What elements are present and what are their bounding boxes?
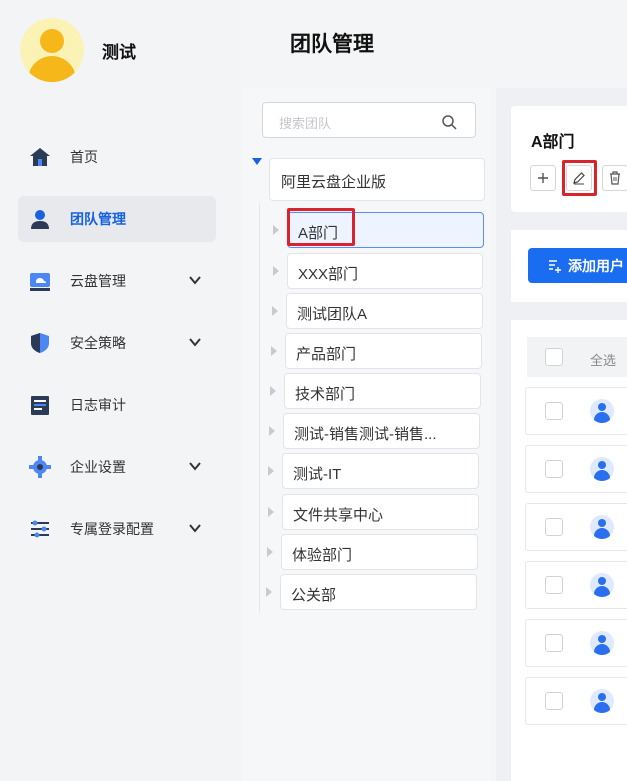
- tree-node[interactable]: A部门: [273, 212, 485, 248]
- search-input[interactable]: 搜索团队: [262, 102, 476, 138]
- row-checkbox[interactable]: [545, 576, 563, 594]
- tree-node[interactable]: 公关部: [266, 574, 478, 610]
- tree-node-label[interactable]: 测试团队A: [286, 293, 483, 329]
- tree-node[interactable]: 产品部门: [271, 333, 483, 369]
- gear-icon: [28, 455, 52, 479]
- row-checkbox[interactable]: [545, 402, 563, 420]
- add-user-button[interactable]: 添加用户: [528, 248, 627, 283]
- row-checkbox[interactable]: [545, 692, 563, 710]
- avatar: [20, 18, 84, 82]
- tree-node[interactable]: 文件共享中心: [268, 494, 480, 530]
- tree-node-label[interactable]: XXX部门: [287, 253, 483, 289]
- sidebar-item-team[interactable]: 团队管理: [18, 196, 216, 242]
- sidebar-nav: 首页 团队管理 云盘管理 安全策略 日志审计 企业设置 专属登录配置: [18, 134, 216, 568]
- add-subdepartment-button[interactable]: [530, 165, 556, 191]
- row-checkbox[interactable]: [545, 518, 563, 536]
- select-all-checkbox[interactable]: [545, 348, 563, 366]
- user-avatar-icon: [590, 689, 614, 713]
- tree-node-label[interactable]: 技术部门: [284, 373, 481, 409]
- caret-right-icon[interactable]: [269, 426, 275, 436]
- sidebar-item-label: 专属登录配置: [70, 521, 154, 537]
- caret-right-icon[interactable]: [270, 386, 276, 396]
- tree-node-label[interactable]: 体验部门: [281, 534, 478, 570]
- tree-node-label[interactable]: A部门: [287, 212, 484, 248]
- sidebar-item-label: 日志审计: [70, 397, 126, 413]
- caret-right-icon[interactable]: [272, 306, 278, 316]
- sidebar-item-enterprise-settings[interactable]: 企业设置: [18, 444, 216, 490]
- sidebar-item-label: 企业设置: [70, 459, 126, 475]
- search-placeholder: 搜索团队: [279, 116, 332, 131]
- detail-header-card: [511, 106, 627, 212]
- user-avatar-icon: [590, 515, 614, 539]
- sliders-icon: [28, 517, 52, 541]
- sidebar: 测试 首页 团队管理 云盘管理 安全策略 日志审计 企业设置 专属登录配置: [0, 0, 240, 781]
- caret-right-icon[interactable]: [268, 466, 274, 476]
- select-all-label: 全选: [590, 353, 617, 368]
- chevron-down-icon[interactable]: [188, 335, 202, 349]
- caret-right-icon[interactable]: [273, 225, 279, 235]
- caret-right-icon[interactable]: [271, 346, 277, 356]
- sidebar-item-login-config[interactable]: 专属登录配置: [18, 506, 216, 552]
- sidebar-item-security[interactable]: 安全策略: [18, 320, 216, 366]
- tree-node-label[interactable]: 测试-IT: [282, 453, 479, 489]
- sidebar-item-label: 云盘管理: [70, 273, 126, 289]
- tree-root-node[interactable]: 阿里云盘企业版: [269, 158, 485, 201]
- log-icon: [28, 393, 52, 417]
- department-title: A部门: [531, 134, 575, 151]
- user-icon: [28, 207, 52, 231]
- row-checkbox[interactable]: [545, 460, 563, 478]
- caret-down-icon[interactable]: [252, 158, 262, 165]
- pencil-icon: [573, 172, 585, 185]
- sidebar-item-cloud-drive[interactable]: 云盘管理: [18, 258, 216, 304]
- user-avatar-icon: [590, 573, 614, 597]
- tree-guide-line: [259, 203, 260, 613]
- shield-icon: [28, 331, 52, 355]
- tree-node[interactable]: 测试-IT: [268, 453, 480, 489]
- tree-node-label[interactable]: 测试-销售测试-销售...: [283, 413, 480, 449]
- tree-node[interactable]: 体验部门: [267, 534, 479, 570]
- sidebar-item-home[interactable]: 首页: [18, 134, 216, 180]
- caret-right-icon[interactable]: [268, 507, 274, 517]
- user-name: 测试: [102, 42, 136, 62]
- tree-node-label[interactable]: 文件共享中心: [282, 494, 479, 530]
- chevron-down-icon[interactable]: [188, 273, 202, 287]
- cloud-drive-icon: [28, 269, 52, 293]
- tree-node[interactable]: 技术部门: [270, 373, 482, 409]
- tree-node[interactable]: XXX部门: [273, 253, 485, 289]
- caret-right-icon[interactable]: [266, 587, 272, 597]
- caret-right-icon[interactable]: [267, 547, 273, 557]
- add-user-icon: [549, 259, 561, 273]
- tree-root-toggle[interactable]: [252, 158, 262, 165]
- delete-department-button[interactable]: [602, 165, 627, 191]
- user-profile[interactable]: 测试: [20, 18, 136, 82]
- tree-node-label[interactable]: 公关部: [280, 574, 477, 610]
- tree-node[interactable]: 测试-销售测试-销售...: [269, 413, 481, 449]
- caret-right-icon[interactable]: [273, 266, 279, 276]
- search-icon[interactable]: [441, 114, 457, 130]
- home-icon: [28, 145, 52, 169]
- sidebar-item-label: 首页: [70, 149, 98, 165]
- chevron-down-icon[interactable]: [188, 459, 202, 473]
- sidebar-item-audit-log[interactable]: 日志审计: [18, 382, 216, 428]
- sidebar-item-label: 安全策略: [70, 335, 126, 351]
- user-avatar-icon: [590, 457, 614, 481]
- trash-icon: [610, 171, 620, 185]
- row-checkbox[interactable]: [545, 634, 563, 652]
- sidebar-item-label: 团队管理: [70, 211, 126, 227]
- user-avatar-icon: [590, 631, 614, 655]
- page-title: 团队管理: [290, 33, 374, 56]
- add-user-label: 添加用户: [568, 257, 624, 274]
- tree-node[interactable]: 测试团队A: [272, 293, 484, 329]
- plus-icon: [538, 173, 548, 183]
- chevron-down-icon[interactable]: [188, 521, 202, 535]
- edit-department-button[interactable]: [566, 165, 592, 191]
- user-avatar-icon: [590, 399, 614, 423]
- tree-node-label[interactable]: 产品部门: [285, 333, 482, 369]
